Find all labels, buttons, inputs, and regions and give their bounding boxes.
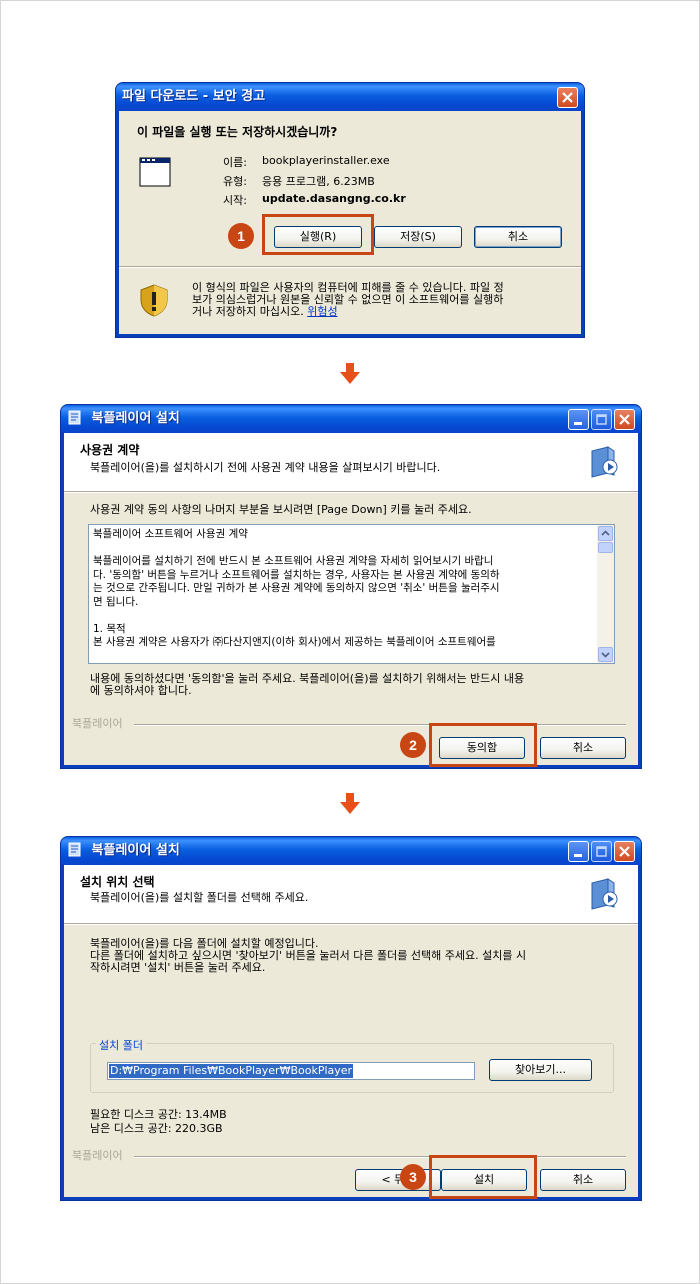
- browse-button[interactable]: 찾아보기...: [489, 1059, 592, 1081]
- close-icon: [619, 846, 630, 857]
- dialog3-header: 설치 위치 선택 북플레이어(을)를 설치할 폴더를 선택해 주세요.: [64, 865, 638, 923]
- brand-separator: [134, 1156, 626, 1158]
- maximize-icon: [596, 414, 607, 425]
- free-space-text: 남은 디스크 공간: 220.3GB: [90, 1122, 223, 1135]
- step1-highlight: [262, 214, 374, 255]
- down-arrow-icon: [340, 793, 360, 814]
- maximize-button[interactable]: [591, 409, 612, 430]
- header-separator: [64, 923, 638, 925]
- license-line: 는 것으로 간주됩니다. 만일 귀하가 본 사용권 계약에 동의하지 않으면 '…: [93, 582, 500, 594]
- close-button[interactable]: [614, 409, 635, 430]
- license-line: 1. 목적: [93, 622, 126, 635]
- name-value: bookplayerinstaller.exe: [262, 154, 390, 167]
- license-line: 북플레이어 소프트웨어 사용권 계약: [93, 528, 248, 540]
- license-line: 다. '동의함' 버튼을 누르거나 소프트웨어를 설치하는 경우, 사용자는 본…: [93, 568, 500, 581]
- cancel-button[interactable]: 취소: [540, 1169, 626, 1191]
- separator: [119, 266, 581, 268]
- name-label: 이름:: [223, 156, 247, 169]
- dialog2-titlebar[interactable]: 북플레이어 설치: [61, 405, 641, 433]
- header-title: 설치 위치 선택: [80, 875, 155, 889]
- minimize-icon: [574, 854, 582, 857]
- license-footer-line-2: 에 동의하셔야 합니다.: [90, 684, 192, 697]
- dialog1-titlebar[interactable]: 파일 다운로드 - 보안 경고: [116, 83, 584, 111]
- license-line: [93, 542, 595, 556]
- maximize-icon: [596, 846, 607, 857]
- from-label: 시작:: [223, 194, 247, 207]
- install-path-input[interactable]: D:₩Program Files₩BookPlayer₩BookPlayer: [107, 1062, 475, 1080]
- dialog3-body: 설치 위치 선택 북플레이어(을)를 설치할 폴더를 선택해 주세요. 북플레이…: [64, 865, 638, 1197]
- license-text: 북플레이어 소프트웨어 사용권 계약북플레이어를 설치하기 전에 반드시 본 소…: [93, 528, 595, 650]
- minimize-button[interactable]: [568, 841, 589, 862]
- close-icon: [562, 92, 573, 103]
- step2-highlight: [429, 723, 537, 767]
- scroll-up-button[interactable]: [598, 526, 613, 541]
- license-textbox[interactable]: 북플레이어 소프트웨어 사용권 계약북플레이어를 설치하기 전에 반드시 본 소…: [88, 524, 615, 664]
- installer-app-icon: [68, 842, 81, 857]
- install-path-value: D:₩Program Files₩BookPlayer₩BookPlayer: [109, 1064, 354, 1078]
- header-subtitle: 북플레이어(을)를 설치하시기 전에 사용권 계약 내용을 살펴보시기 바랍니다…: [90, 461, 441, 474]
- header-separator: [64, 491, 638, 493]
- dialog2-header: 사용권 계약 북플레이어(을)를 설치하시기 전에 사용권 계약 내용을 살펴보…: [64, 433, 638, 491]
- license-dialog: 북플레이어 설치 사용권 계약 북플레이어(을)를 설치하시기 전에 사용권 계…: [61, 405, 641, 768]
- application-icon: [139, 157, 171, 187]
- warning-line-3-text: 거나 저장하지 마십시오.: [192, 305, 304, 318]
- from-value: update.dasangng.co.kr: [262, 192, 406, 205]
- cancel-button[interactable]: 취소: [474, 226, 562, 248]
- close-button[interactable]: [614, 841, 635, 862]
- close-icon: [619, 414, 630, 425]
- dialog3-titlebar[interactable]: 북플레이어 설치: [61, 837, 641, 865]
- minimize-button[interactable]: [568, 409, 589, 430]
- license-instruction: 사용권 계약 동의 사항의 나머지 부분을 보시려면 [Page Down] 키…: [90, 503, 472, 516]
- license-line: 북플레이어를 설치하기 전에 반드시 본 소프트웨어 사용권 계약을 자세히 읽…: [93, 555, 494, 567]
- dialog1-title: 파일 다운로드 - 보안 경고: [122, 89, 266, 104]
- chevron-down-icon: [601, 652, 610, 658]
- close-button[interactable]: [557, 87, 578, 108]
- security-shield-icon: [140, 284, 168, 317]
- header-title: 사용권 계약: [80, 443, 140, 457]
- type-value: 응용 프로그램, 6.23MB: [262, 175, 375, 188]
- scroll-thumb[interactable]: [598, 542, 613, 553]
- step1-badge: 1: [228, 223, 254, 249]
- file-download-dialog: 파일 다운로드 - 보안 경고 이 파일을 실행 또는 저장하시겠습니까? 이름…: [116, 83, 584, 337]
- header-subtitle: 북플레이어(을)를 설치할 폴더를 선택해 주세요.: [90, 891, 309, 904]
- type-label: 유형:: [223, 175, 247, 188]
- chevron-up-icon: [601, 530, 610, 536]
- dialog2-title: 북플레이어 설치: [91, 411, 180, 426]
- description-line-3: 작하시려면 '설치' 버튼을 눌러 주세요.: [90, 961, 266, 974]
- brand-separator: [134, 724, 626, 726]
- brand-label: 북플레이어: [72, 717, 123, 730]
- save-button[interactable]: 저장(S): [374, 226, 462, 248]
- maximize-button[interactable]: [591, 841, 612, 862]
- step3-badge: 3: [400, 1164, 426, 1190]
- license-line: [93, 609, 595, 623]
- question-text: 이 파일을 실행 또는 저장하시겠습니까?: [137, 125, 338, 139]
- step2-badge: 2: [400, 732, 426, 758]
- minimize-icon: [574, 422, 582, 425]
- installer-app-icon: [68, 410, 81, 425]
- warning-line-3: 거나 저장하지 마십시오. 위험성: [192, 303, 338, 319]
- scrollbar[interactable]: [597, 525, 614, 663]
- bookplayer-logo-icon: [591, 878, 618, 910]
- risk-link[interactable]: 위험성: [307, 305, 337, 318]
- scroll-down-button[interactable]: [598, 647, 613, 662]
- license-line: 면 됩니다.: [93, 595, 139, 608]
- install-location-dialog: 북플레이어 설치 설치 위치 선택 북플레이어(을)를 설치할 폴더를 선택해 …: [61, 837, 641, 1200]
- dialog2-body: 사용권 계약 북플레이어(을)를 설치하시기 전에 사용권 계약 내용을 살펴보…: [64, 433, 638, 765]
- down-arrow-icon: [340, 363, 360, 384]
- bookplayer-logo-icon: [591, 446, 618, 478]
- license-line: 본 사용권 계약은 사용자가 ㈜다산지앤지(이하 회사)에서 제공하는 북플레이…: [93, 636, 496, 648]
- brand-label: 북플레이어: [72, 1149, 123, 1162]
- install-folder-label: 설치 폴더: [96, 1037, 146, 1053]
- step3-highlight: [429, 1155, 537, 1199]
- cancel-button[interactable]: 취소: [540, 737, 626, 759]
- dialog3-title: 북플레이어 설치: [91, 843, 180, 858]
